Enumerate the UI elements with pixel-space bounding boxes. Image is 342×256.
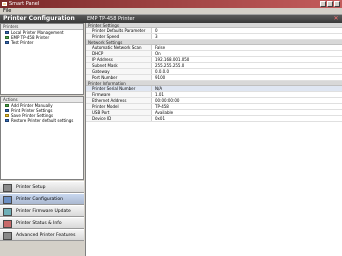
restore-icon: [5, 119, 9, 122]
selected-printer-title: EMP TP-458 Printer: [87, 16, 135, 22]
actions-panel: Actions Add Printer Manually Print Print…: [0, 96, 84, 180]
nav-printer-setup[interactable]: Printer Setup: [0, 181, 84, 193]
maximize-button[interactable]: [327, 1, 333, 7]
property-grid: Printer Settings Printer Defaults Parame…: [85, 23, 342, 256]
advanced-icon: [3, 232, 12, 240]
action-restore-defaults[interactable]: Restore Printer default settings: [1, 118, 83, 123]
window-titlebar: Smart Panel: [0, 0, 342, 8]
window-title: Smart Panel: [9, 1, 40, 7]
close-button[interactable]: [334, 1, 340, 7]
nav-status-info[interactable]: Printer Status & Info: [0, 217, 84, 229]
nav-firmware-update[interactable]: Printer Firmware Update: [0, 205, 84, 217]
nav-advanced-features[interactable]: Advanced Printer Features: [0, 229, 84, 241]
firmware-icon: [3, 208, 12, 216]
close-icon[interactable]: ✕: [333, 16, 339, 22]
menu-file[interactable]: File: [3, 8, 11, 14]
printer-icon: [5, 31, 9, 34]
menubar: File: [0, 8, 342, 15]
property-row[interactable]: Device ID 0x01: [86, 116, 342, 122]
properties-header: EMP TP-458 Printer ✕: [84, 15, 342, 23]
app-icon: [2, 2, 7, 6]
print-icon: [5, 109, 9, 112]
configuration-icon: [3, 196, 12, 204]
nav-printer-configuration[interactable]: Printer Configuration: [0, 193, 84, 205]
add-icon: [5, 104, 9, 107]
printers-panel: Printers Local Printer Management EMP TP…: [0, 23, 84, 95]
printer-icon: [5, 36, 9, 39]
minimize-button[interactable]: [320, 1, 326, 7]
status-icon: [3, 220, 12, 228]
setup-icon: [3, 184, 12, 192]
tree-item-test-printer[interactable]: Test Printer: [1, 40, 83, 45]
printer-icon: [5, 41, 9, 44]
save-icon: [5, 114, 9, 117]
section-title: Printer Configuration: [0, 15, 84, 23]
